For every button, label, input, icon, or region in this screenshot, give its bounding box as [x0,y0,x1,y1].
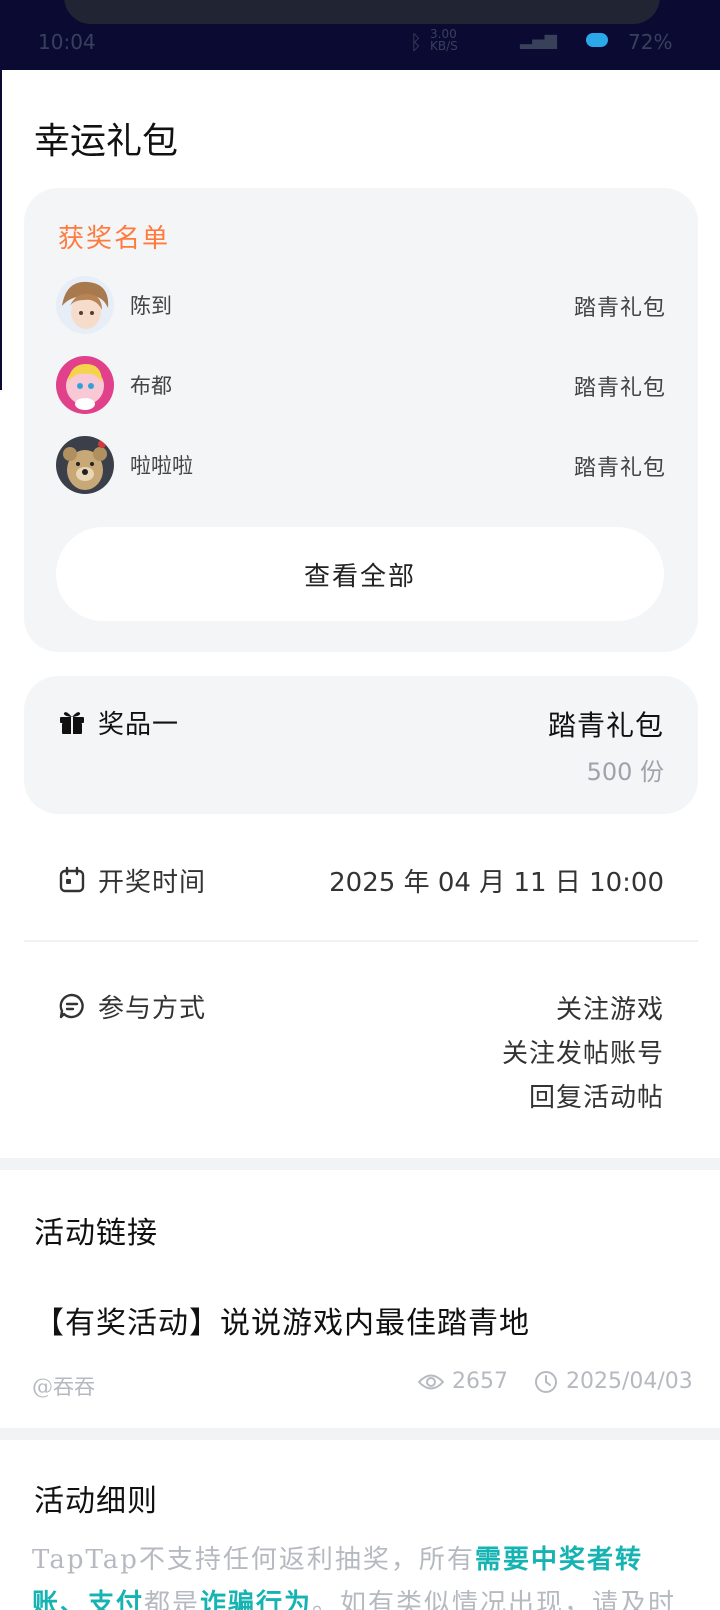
signal-icon: ▂▄▆ [520,30,557,49]
avatar [56,356,114,414]
winner-row[interactable]: 陈到 踏青礼包 [56,276,666,336]
participation-method: 关注发帖账号 [501,1039,664,1069]
winner-prize: 踏青礼包 [573,456,666,481]
prize-card: 奖品一 踏青礼包 500 份 [24,676,698,814]
winner-row[interactable]: 布都 踏青礼包 [56,356,666,416]
cloud-icon [586,33,608,47]
battery-level: 72% [628,30,673,54]
participation-row: 参与方式 关注游戏 关注发帖账号 回复活动帖 [58,988,664,1118]
post-title-link[interactable]: 【有奖活动】说说游戏内最佳踏青地 [34,1298,530,1342]
chat-bubble-icon [59,993,84,1019]
participation-label: 参与方式 [98,994,207,1024]
view-count: 2657 [452,1369,508,1394]
divider [24,940,698,942]
draw-time-value: 2025 年 04 月 11 日 10:00 [329,868,664,898]
winner-name: 布都 [130,374,172,398]
participation-method: 回复活动帖 [528,1083,664,1113]
network-speed: 3.00 KB/S [430,27,458,53]
winner-prize: 踏青礼包 [573,296,666,321]
status-bar: 10:04 ᛒ 3.00 KB/S ▂▄▆ 72% [0,0,720,70]
participation-method: 关注游戏 [555,995,664,1025]
draw-time-label: 开奖时间 [98,868,207,898]
winner-name: 陈到 [130,294,172,318]
draw-time-row: 开奖时间 2025 年 04 月 11 日 10:00 [58,862,664,902]
floating-pill [64,0,660,24]
avatar [56,436,114,494]
rules-text: TapTap不支持任何返利抽奖，所有需要中奖者转账、支付都是诈骗行为。如有类似情… [32,1538,692,1610]
rules-text-part: 。如有类似情况出现，请及时 [312,1589,677,1610]
calendar-icon [59,866,85,893]
prize-quantity: 500 份 [586,758,664,786]
winners-card: 获奖名单 陈到 踏青礼包 布都 踏青礼包 啦啦啦 踏青礼包 查看全部 [24,188,698,652]
winner-row[interactable]: 啦啦啦 踏青礼包 [56,436,666,496]
winners-heading: 获奖名单 [58,224,171,254]
rules-text-part: 都是 [144,1589,201,1610]
prize-name: 踏青礼包 [547,709,664,742]
winner-prize: 踏青礼包 [573,376,666,401]
gift-icon [60,712,84,734]
post-author[interactable]: @吞吞 [32,1371,95,1401]
page-title: 幸运礼包 [34,121,179,162]
post-date: 2025/04/03 [534,1369,693,1394]
avatar [56,276,114,334]
section-separator [0,1158,720,1170]
section-separator [0,1428,720,1440]
activity-link-title: 活动链接 [34,1216,158,1251]
winner-name: 啦啦啦 [130,454,193,478]
participation-methods: 关注游戏 关注发帖账号 回复活动帖 [502,988,664,1120]
post-date-value: 2025/04/03 [566,1369,693,1394]
clock-icon [535,1370,557,1393]
rules-title: 活动细则 [34,1484,158,1519]
post-views: 2657 [418,1369,508,1394]
status-time: 10:04 [38,30,96,54]
left-edge-strip [0,70,2,390]
prize-label: 奖品一 [98,710,180,740]
rules-text-part: TapTap不支持任何返利抽奖，所有 [32,1545,475,1575]
bluetooth-icon: ᛒ [410,30,422,54]
eye-icon [418,1374,444,1389]
rules-highlight: 诈骗行为 [200,1589,313,1610]
view-all-button[interactable]: 查看全部 [56,527,664,621]
